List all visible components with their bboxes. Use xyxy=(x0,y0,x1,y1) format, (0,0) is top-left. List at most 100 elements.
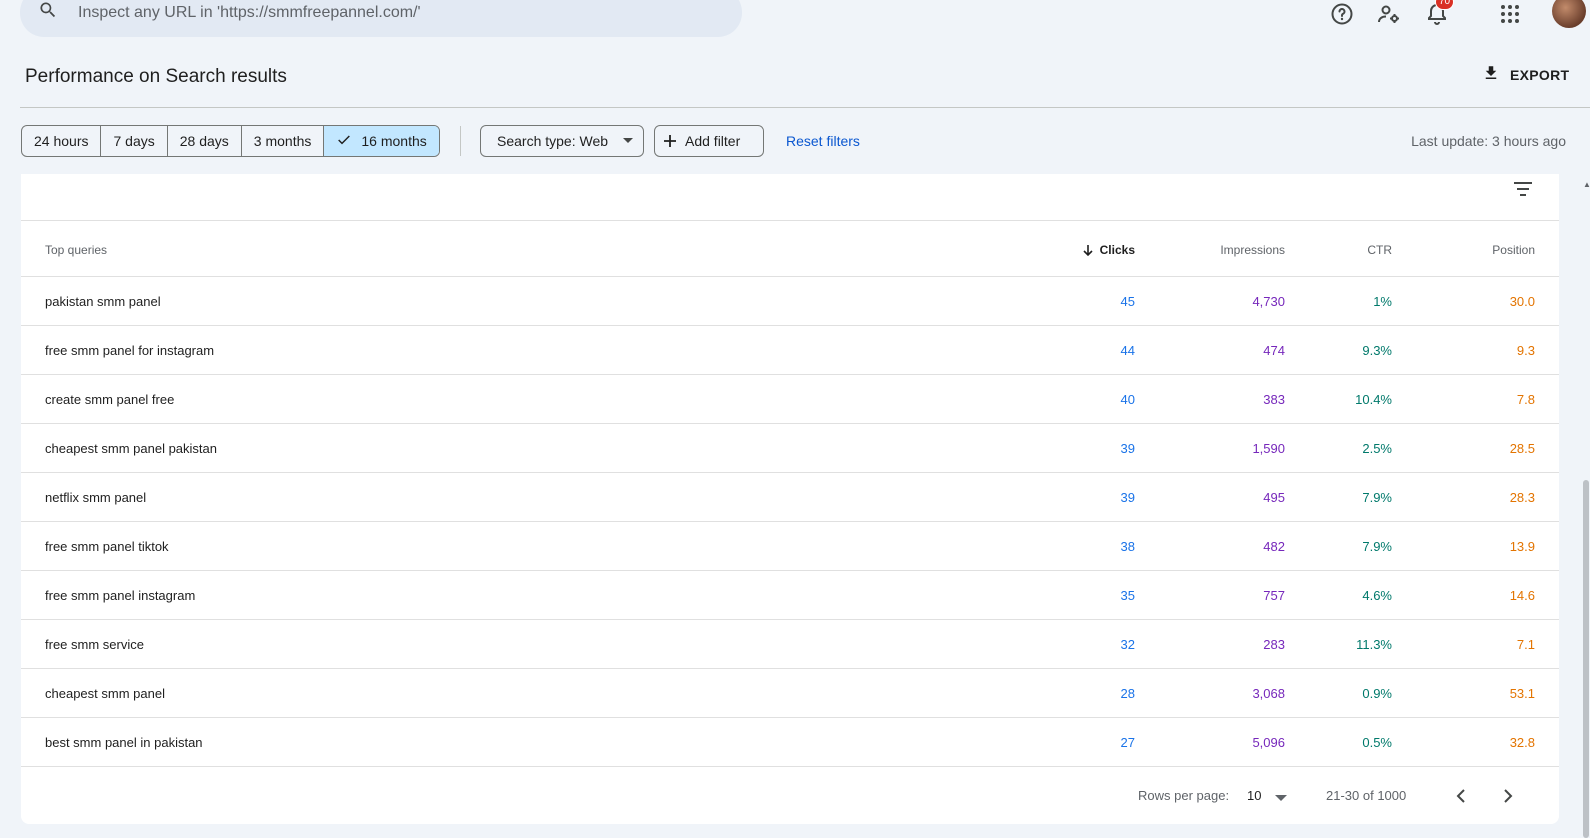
ctr-cell: 4.6% xyxy=(1362,588,1392,603)
ctr-cell: 2.5% xyxy=(1362,441,1392,456)
query-cell: free smm panel for instagram xyxy=(45,343,215,358)
column-header-query[interactable]: Top queries xyxy=(45,243,107,257)
query-cell: netflix smm panel xyxy=(45,490,147,505)
scrollbar-thumb[interactable] xyxy=(1583,480,1589,838)
table-row[interactable]: create smm panel free 40 383 10.4% 7.8 xyxy=(21,375,1559,424)
table-row[interactable]: best smm panel in pakistan 27 5,096 0.5% 32.… xyxy=(21,718,1559,767)
impressions-cell: 495 xyxy=(1263,490,1285,505)
position-cell: 53.1 xyxy=(1509,686,1535,701)
ctr-cell: 0.9% xyxy=(1362,686,1392,701)
query-cell: free smm panel tiktok xyxy=(45,539,169,554)
impressions-cell: 1,590 xyxy=(1252,441,1285,456)
position-cell: 30.0 xyxy=(1509,294,1535,309)
caret-down-icon[interactable] xyxy=(1275,789,1287,807)
add-filter-button[interactable]: Add filter xyxy=(654,125,764,157)
rows-per-page-label: Rows per page: xyxy=(1138,788,1230,803)
impressions-cell: 757 xyxy=(1263,588,1285,603)
reset-filters-link[interactable]: Reset filters xyxy=(786,133,860,149)
table-row[interactable]: cheapest smm panel 28 3,068 0.9% 53.1 xyxy=(21,669,1559,718)
clicks-cell: 32 xyxy=(1120,637,1135,652)
download-icon xyxy=(1482,64,1510,85)
column-header-ctr[interactable]: CTR xyxy=(1367,243,1392,257)
query-cell: create smm panel free xyxy=(45,392,175,407)
filter-icon[interactable] xyxy=(1513,181,1533,202)
position-cell: 28.3 xyxy=(1509,490,1535,505)
date-range-28-days[interactable]: 28 days xyxy=(168,126,242,156)
position-cell: 7.1 xyxy=(1516,637,1535,652)
chevron-right-icon[interactable] xyxy=(1498,786,1518,806)
notification-count-badge: 70 xyxy=(1435,0,1455,10)
column-header-clicks[interactable]: Clicks xyxy=(1082,243,1135,257)
ctr-cell: 9.3% xyxy=(1362,343,1392,358)
impressions-cell: 3,068 xyxy=(1252,686,1285,701)
query-cell: free smm panel instagram xyxy=(45,588,196,603)
clicks-cell: 40 xyxy=(1120,392,1135,407)
column-header-impressions[interactable]: Impressions xyxy=(1220,243,1285,257)
header-divider xyxy=(20,107,1590,108)
ctr-cell: 11.3% xyxy=(1356,637,1392,652)
help-icon[interactable] xyxy=(1330,2,1354,26)
ctr-cell: 7.9% xyxy=(1362,539,1392,554)
ctr-cell: 10.4% xyxy=(1355,392,1392,407)
impressions-cell: 4,730 xyxy=(1252,294,1285,309)
query-cell: cheapest smm panel pakistan xyxy=(45,441,217,456)
impressions-cell: 383 xyxy=(1263,392,1285,407)
position-cell: 28.5 xyxy=(1509,441,1535,456)
plus-icon xyxy=(664,135,676,147)
clicks-cell: 39 xyxy=(1120,441,1135,456)
url-inspect-search-bar[interactable] xyxy=(20,0,742,37)
filter-separator xyxy=(460,126,461,156)
export-label: EXPORT xyxy=(1510,66,1570,83)
query-cell: free smm service xyxy=(45,637,144,652)
scroll-up-arrow[interactable]: ▲ xyxy=(1583,180,1590,189)
notifications-icon[interactable]: 70 xyxy=(1425,0,1455,26)
impressions-cell: 482 xyxy=(1263,539,1285,554)
ctr-cell: 7.9% xyxy=(1362,490,1392,505)
search-type-dropdown[interactable]: Search type: Web xyxy=(480,125,644,157)
clicks-cell: 39 xyxy=(1120,490,1135,505)
table-row[interactable]: free smm panel instagram 35 757 4.6% 14.6 xyxy=(21,571,1559,620)
check-icon xyxy=(336,132,361,151)
table-row[interactable]: cheapest smm panel pakistan 39 1,590 2.5% 28… xyxy=(21,424,1559,473)
rows-per-page-select[interactable]: 10 xyxy=(1247,788,1261,803)
last-update-text: Last update: 3 hours ago xyxy=(1411,133,1566,149)
avatar[interactable] xyxy=(1552,0,1586,28)
impressions-cell: 283 xyxy=(1263,637,1285,652)
table-row[interactable]: free smm panel tiktok 38 482 7.9% 13.9 xyxy=(21,522,1559,571)
export-button[interactable]: EXPORT xyxy=(1482,64,1569,85)
position-cell: 9.3 xyxy=(1516,343,1535,358)
chevron-left-icon[interactable] xyxy=(1451,786,1471,806)
pagination-range: 21-30 of 1000 xyxy=(1326,788,1407,803)
column-header-position[interactable]: Position xyxy=(1492,243,1535,257)
clicks-cell: 35 xyxy=(1120,588,1135,603)
clicks-cell: 38 xyxy=(1120,539,1135,554)
date-range-selector: 24 hours 7 days 28 days 3 months 16 mont… xyxy=(21,125,440,157)
clicks-cell: 28 xyxy=(1120,686,1135,701)
table-row[interactable]: netflix smm panel 39 495 7.9% 28.3 xyxy=(21,473,1559,522)
table-row[interactable]: free smm panel for instagram 44 474 9.3% 9.3 xyxy=(21,326,1559,375)
impressions-cell: 5,096 xyxy=(1252,735,1285,750)
position-cell: 7.8 xyxy=(1516,392,1535,407)
table-header: Top queries Clicks Impressions CTR Posit… xyxy=(21,220,1559,277)
clicks-cell: 27 xyxy=(1120,735,1135,750)
impressions-cell: 474 xyxy=(1263,343,1285,358)
date-range-24-hours[interactable]: 24 hours xyxy=(22,126,102,156)
table-row[interactable]: free smm service 32 283 11.3% 7.1 xyxy=(21,620,1559,669)
account-settings-icon[interactable] xyxy=(1377,2,1401,26)
search-icon xyxy=(38,0,58,25)
query-cell: best smm panel in pakistan xyxy=(45,735,203,750)
date-range-7-days[interactable]: 7 days xyxy=(101,126,168,156)
ctr-cell: 0.5% xyxy=(1362,735,1392,750)
url-inspect-input[interactable] xyxy=(78,3,678,22)
table-row[interactable]: pakistan smm panel 45 4,730 1% 30.0 xyxy=(21,277,1559,326)
query-cell: pakistan smm panel xyxy=(45,294,161,309)
apps-icon[interactable] xyxy=(1498,2,1522,26)
caret-down-icon xyxy=(623,138,633,143)
arrow-down-icon xyxy=(1083,245,1093,256)
clicks-cell: 45 xyxy=(1120,294,1135,309)
date-range-3-months[interactable]: 3 months xyxy=(242,126,325,156)
position-cell: 32.8 xyxy=(1509,735,1535,750)
table-body: pakistan smm panel 45 4,730 1% 30.0 free smm… xyxy=(21,277,1559,767)
clicks-cell: 44 xyxy=(1120,343,1135,358)
date-range-16-months[interactable]: 16 months xyxy=(324,126,439,156)
